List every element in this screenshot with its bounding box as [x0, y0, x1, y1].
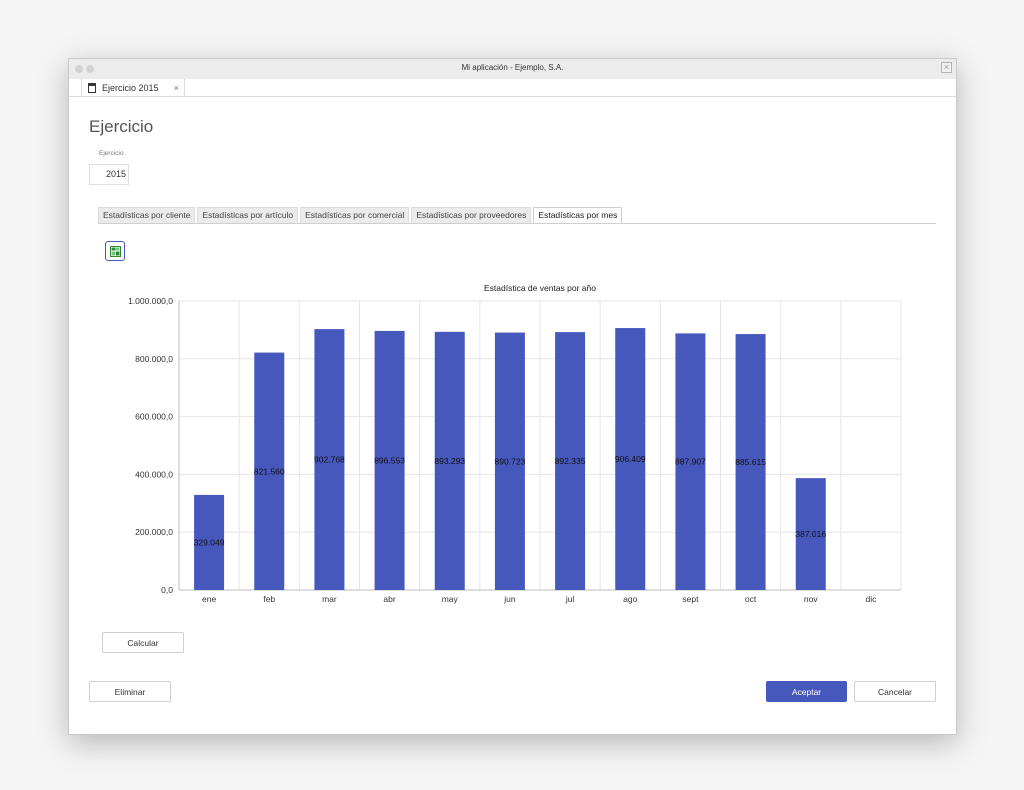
- data-label-oct: 885.615: [735, 457, 766, 467]
- y-tick-label: 600.000,0: [135, 412, 173, 422]
- title-bar: Mi aplicación - Ejemplo, S.A. ×: [69, 59, 956, 80]
- y-tick-label: 0,0: [161, 585, 173, 595]
- data-label-abr: 896.553: [374, 455, 405, 465]
- data-label-ago: 906.409: [615, 454, 646, 464]
- calculator-icon: [88, 82, 96, 93]
- x-tick-label-mar: mar: [322, 594, 337, 604]
- y-tick-label: 400.000,0: [135, 469, 173, 479]
- data-label-nov: 387.016: [795, 529, 826, 539]
- x-tick-label-nov: nov: [804, 594, 818, 604]
- x-tick-label-jun: jun: [503, 594, 516, 604]
- x-tick-label-ago: ago: [623, 594, 637, 604]
- document-tab-bar: Ejercicio 2015 ×: [69, 79, 956, 97]
- aceptar-button[interactable]: Aceptar: [766, 681, 847, 702]
- tab-por-comercial[interactable]: Estadísticas por comercial: [300, 207, 410, 223]
- x-tick-label-oct: oct: [745, 594, 757, 604]
- x-tick-label-abr: abr: [383, 594, 395, 604]
- eliminar-button[interactable]: Eliminar: [89, 681, 171, 702]
- x-tick-label-sept: sept: [682, 594, 699, 604]
- ejercicio-field[interactable]: 2015: [89, 164, 129, 185]
- x-tick-label-dic: dic: [865, 594, 877, 604]
- document-tab-ejercicio[interactable]: Ejercicio 2015 ×: [81, 79, 185, 96]
- window-title: Mi aplicación - Ejemplo, S.A.: [461, 63, 564, 72]
- data-label-mar: 902.768: [314, 455, 345, 465]
- stats-tabs: Estadísticas por cliente Estadísticas po…: [98, 207, 936, 224]
- page-title: Ejercicio: [89, 117, 154, 136]
- tab-por-cliente[interactable]: Estadísticas por cliente: [98, 207, 196, 223]
- y-tick-label: 1.000.000,0: [128, 296, 173, 306]
- window-close-icon[interactable]: ×: [941, 62, 952, 73]
- x-tick-label-jul: jul: [565, 594, 575, 604]
- tab-por-proveedores[interactable]: Estadísticas por proveedores: [411, 207, 532, 223]
- data-label-sept: 887.907: [675, 457, 706, 467]
- chart-title: Estadística de ventas por año: [484, 283, 596, 293]
- calcular-button[interactable]: Calcular: [102, 632, 184, 653]
- x-tick-label-feb: feb: [263, 594, 275, 604]
- data-label-jul: 892.335: [555, 456, 586, 466]
- y-tick-label: 200.000,0: [135, 527, 173, 537]
- data-label-feb: 821.560: [254, 466, 285, 476]
- export-spreadsheet-button[interactable]: [105, 241, 125, 261]
- data-label-may: 893.293: [434, 456, 465, 466]
- spreadsheet-export-icon: [109, 245, 121, 257]
- sales-bar-chart: Estadística de ventas por año 0,0 200.000,…: [128, 283, 902, 604]
- x-tick-label-may: may: [442, 594, 459, 604]
- cancelar-button[interactable]: Cancelar: [854, 681, 936, 702]
- data-label-jun: 890.723: [495, 456, 526, 466]
- close-tab-icon[interactable]: ×: [174, 83, 179, 93]
- document-tab-label: Ejercicio 2015: [102, 82, 159, 93]
- x-tick-label-ene: ene: [202, 594, 216, 604]
- tab-por-articulo[interactable]: Estadísticas por artículo: [197, 207, 299, 223]
- ejercicio-label: Ejercicio: [99, 150, 124, 157]
- data-label-ene: 329.049: [194, 537, 225, 547]
- app-window: Mi aplicación - Ejemplo, S.A. × Ejercici…: [68, 58, 957, 735]
- tab-por-mes[interactable]: Estadísticas por mes: [533, 207, 623, 223]
- y-tick-label: 800.000,0: [135, 354, 173, 364]
